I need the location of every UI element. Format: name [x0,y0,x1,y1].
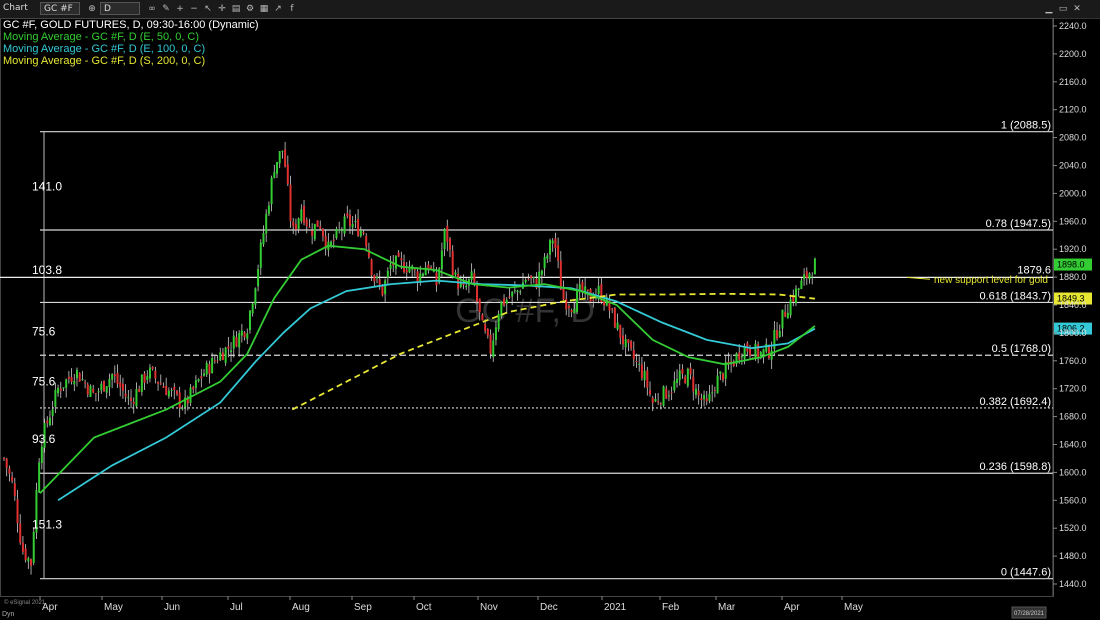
date-tick-label: Aug [292,602,310,613]
price-candle [613,306,616,329]
range-label: 141.0 [32,179,62,193]
legend-ma200: Moving Average - GC #F, D (S, 200, 0, C) [3,55,206,67]
price-candle [343,213,346,237]
date-tick-label: May [104,602,123,613]
price-candle [78,372,81,382]
date-tick-label: 2021 [604,602,627,613]
date-tick-label: Nov [480,602,498,613]
date-tick-label: May [844,602,863,613]
price-tick-label: 1440.0 [1059,579,1087,589]
fib-level-label: 0 (1447.6) [1001,567,1051,579]
price-tick-label: 1760.0 [1059,356,1087,366]
date-axis: Apr May Jun Jul Aug Sep Oct Nov Dec 2021 Feb Mar Apr… [39,596,863,613]
price-candle [500,301,503,319]
date-tick-label: Jun [164,602,180,613]
price-tick-label: 2160.0 [1059,77,1087,87]
date-tick-label: Sep [354,602,372,613]
price-candle [89,384,92,397]
price-tick-label: 1960.0 [1059,216,1087,226]
range-label: 93.6 [32,432,56,446]
price-axis: 1440.0 1480.0 1520.0 1560.0 1600.0 1640.0 1680… [1053,21,1087,589]
price-candle [205,360,208,377]
price-candle [189,384,192,407]
range-label: 151.3 [32,518,62,532]
price-candle [662,385,665,408]
date-tick-label: Feb [662,602,680,613]
date-tick-label: Mar [718,602,736,613]
legend-ma100: Moving Average - GC #F, D (E, 100, 0, C) [3,43,206,55]
copyright-label: © eSignal 2021 [4,599,46,606]
price-tick-label: 1920.0 [1059,244,1087,254]
price-tick-label: 1520.0 [1059,523,1087,533]
date-tick-label: Oct [416,602,432,613]
price-tick-label: 2000.0 [1059,188,1087,198]
price-tick-label: 1800.0 [1059,328,1087,338]
price-tick-label: 1720.0 [1059,384,1087,394]
price-tick-label: 2200.0 [1059,49,1087,59]
price-tick-label: 1680.0 [1059,412,1087,422]
fib-level-label: 0.382 (1692.4) [979,396,1051,408]
corner-label: Dyn [2,611,15,618]
price-candle [813,257,816,275]
fib-level-label: 0.78 (1947.5) [986,218,1051,230]
range-label: 103.8 [32,263,62,277]
gold-futures-chart[interactable]: GC #F, D 1 (2088.5)0.78 (1947.5)0.618 (1… [0,0,1100,620]
range-label: 75.6 [32,325,56,339]
price-candle [313,223,316,242]
price-candle [248,309,251,334]
annotation-text: new support level for gold [934,275,1048,286]
price-tick-label: 1600.0 [1059,467,1087,477]
legend-title: GC #F, GOLD FUTURES, D, 09:30-16:00 (Dyn… [3,19,259,31]
chart-legend: GC #F, GOLD FUTURES, D, 09:30-16:00 (Dyn… [3,19,259,67]
date-tick-label: Jul [230,602,243,613]
date-box-label: 07/28/2021 [1014,611,1045,617]
price-tick-label: 2080.0 [1059,133,1087,143]
price-tick-label: 2120.0 [1059,105,1087,115]
price-candle [316,220,319,228]
fib-level-label: 0.236 (1598.8) [979,461,1051,473]
price-candle [103,380,106,392]
legend-ma50: Moving Average - GC #F, D (E, 50, 0, C) [3,31,200,43]
fib-level-label: 0.618 (1843.7) [979,290,1051,302]
price-flag: 1898.0 [1054,258,1092,271]
date-tick-label: Dec [540,602,558,613]
fib-level-label: 0.5 (1768.0) [992,343,1051,355]
price-candle [686,367,689,388]
range-label: 75.6 [32,375,56,389]
price-tick-label: 1840.0 [1059,300,1087,310]
price-tick-label: 1640.0 [1059,440,1087,450]
price-tick-label: 1560.0 [1059,495,1087,505]
price-tick-label: 2040.0 [1059,161,1087,171]
price-candle [38,458,41,494]
svg-text:1898.0: 1898.0 [1057,260,1085,270]
fib-level-label: 1 (2088.5) [1001,120,1051,132]
price-tick-label: 1880.0 [1059,272,1087,282]
date-tick-label: Apr [784,602,800,613]
price-tick-label: 2240.0 [1059,21,1087,31]
price-candle [32,527,35,566]
price-tick-label: 1480.0 [1059,551,1087,561]
